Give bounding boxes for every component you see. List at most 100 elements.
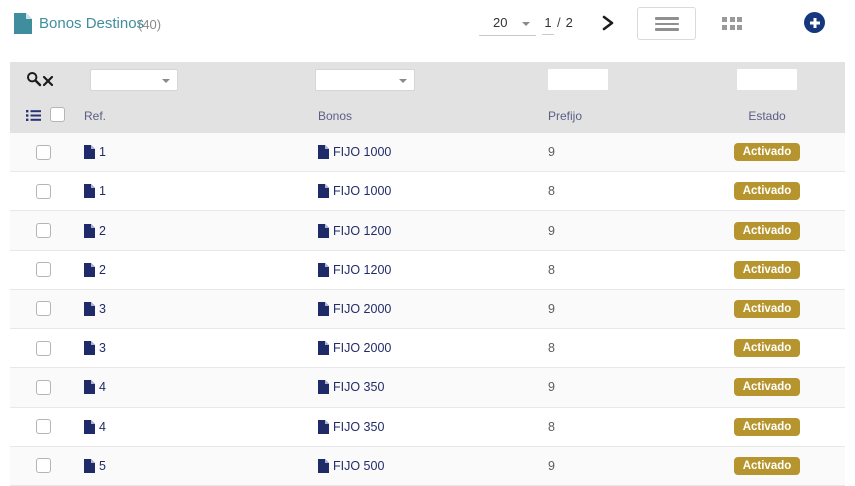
list-view-button[interactable] xyxy=(637,7,696,40)
header-select-cell xyxy=(10,99,84,133)
prefijo-value: 8 xyxy=(548,341,555,355)
ref-value[interactable]: 4 xyxy=(99,420,106,434)
row-checkbox[interactable] xyxy=(36,341,51,356)
chevron-down-icon xyxy=(162,79,170,83)
table-row[interactable]: 1 FIJO 1000 8 Activado xyxy=(10,172,845,211)
bonos-value[interactable]: FIJO 2000 xyxy=(333,341,391,355)
add-record-button[interactable] xyxy=(804,12,825,33)
file-icon xyxy=(84,302,95,316)
row-checkbox[interactable] xyxy=(36,380,51,395)
grid-view-icon xyxy=(722,17,744,30)
ref-value[interactable]: 3 xyxy=(99,341,106,355)
file-icon xyxy=(84,459,95,473)
table-row[interactable]: 2 FIJO 1200 9 Activado xyxy=(10,211,845,250)
close-icon[interactable] xyxy=(43,73,53,91)
row-checkbox[interactable] xyxy=(36,458,51,473)
file-icon xyxy=(84,420,95,434)
prefijo-filter-input[interactable] xyxy=(548,69,608,90)
select-all-checkbox[interactable] xyxy=(50,107,65,122)
row-checkbox[interactable] xyxy=(36,145,51,160)
column-header-estado[interactable]: Estado xyxy=(714,109,820,123)
prefijo-value: 8 xyxy=(548,263,555,277)
bonos-value[interactable]: FIJO 2000 xyxy=(333,302,391,316)
estado-badge: Activado xyxy=(734,418,801,436)
column-header-prefijo[interactable]: Prefijo xyxy=(548,109,714,123)
table-row[interactable]: 4 FIJO 350 8 Activado xyxy=(10,408,845,447)
row-checkbox[interactable] xyxy=(36,223,51,238)
prefijo-value: 9 xyxy=(548,224,555,238)
file-icon xyxy=(84,380,95,394)
estado-badge: Activado xyxy=(734,143,801,161)
row-checkbox[interactable] xyxy=(36,184,51,199)
estado-badge: Activado xyxy=(734,378,801,396)
page-size-select[interactable]: 20 xyxy=(479,12,536,36)
file-icon xyxy=(84,184,95,198)
table-header-row: Ref. Bonos Prefijo Estado xyxy=(10,99,845,133)
bonos-value[interactable]: FIJO 350 xyxy=(333,420,384,434)
ref-value[interactable]: 1 xyxy=(99,145,106,159)
estado-badge: Activado xyxy=(734,339,801,357)
bonos-value[interactable]: FIJO 1200 xyxy=(333,263,391,277)
bonos-value[interactable]: FIJO 1000 xyxy=(333,184,391,198)
prefijo-value: 9 xyxy=(548,380,555,394)
total-pages: 2 xyxy=(564,12,575,33)
ref-value[interactable]: 1 xyxy=(99,184,106,198)
row-checkbox[interactable] xyxy=(36,301,51,316)
prefijo-value: 8 xyxy=(548,420,555,434)
top-bar: Bonos Destinos (40) 20 1/2 xyxy=(0,0,855,62)
file-icon xyxy=(318,380,329,394)
estado-filter-input[interactable] xyxy=(737,69,797,90)
file-icon xyxy=(84,263,95,277)
prefijo-value: 8 xyxy=(548,184,555,198)
file-icon xyxy=(318,263,329,277)
estado-badge: Activado xyxy=(734,261,801,279)
record-count: (40) xyxy=(138,17,161,32)
table-row[interactable]: 1 FIJO 1000 9 Activado xyxy=(10,133,845,172)
file-icon xyxy=(318,184,329,198)
search-icon[interactable] xyxy=(26,71,42,92)
file-icon xyxy=(318,145,329,159)
ref-value[interactable]: 2 xyxy=(99,263,106,277)
estado-badge: Activado xyxy=(734,182,801,200)
pager-separator: / xyxy=(554,12,564,33)
ref-filter-select[interactable] xyxy=(90,69,178,91)
file-icon xyxy=(84,145,95,159)
current-page-input[interactable]: 1 xyxy=(542,12,554,35)
row-checkbox[interactable] xyxy=(36,419,51,434)
column-header-bonos[interactable]: Bonos xyxy=(318,109,548,123)
grid-view-button[interactable] xyxy=(722,16,744,31)
file-icon xyxy=(84,341,95,355)
bonos-value[interactable]: FIJO 1000 xyxy=(333,145,391,159)
estado-badge: Activado xyxy=(734,222,801,240)
page-title[interactable]: Bonos Destinos xyxy=(39,15,144,32)
ref-value[interactable]: 2 xyxy=(99,224,106,238)
prefijo-value: 9 xyxy=(548,459,555,473)
table-row[interactable]: 4 FIJO 350 9 Activado xyxy=(10,368,845,407)
ref-value[interactable]: 4 xyxy=(99,380,106,394)
row-checkbox[interactable] xyxy=(36,262,51,277)
ref-value[interactable]: 5 xyxy=(99,459,106,473)
bonos-destinos-page: Bonos Destinos (40) 20 1/2 xyxy=(0,0,855,486)
estado-badge: Activado xyxy=(734,300,801,318)
bonos-value[interactable]: FIJO 350 xyxy=(333,380,384,394)
filter-header-panel: Ref. Bonos Prefijo Estado xyxy=(10,62,845,133)
table-row[interactable]: 2 FIJO 1200 8 Activado xyxy=(10,251,845,290)
estado-badge: Activado xyxy=(734,457,801,475)
table-row[interactable]: 3 FIJO 2000 9 Activado xyxy=(10,290,845,329)
filter-row xyxy=(10,62,845,99)
page-size-value: 20 xyxy=(493,15,507,30)
ref-value[interactable]: 3 xyxy=(99,302,106,316)
chevron-down-icon xyxy=(399,79,407,83)
list-bullets-icon[interactable] xyxy=(26,109,41,125)
next-page-button[interactable] xyxy=(597,13,619,35)
prefijo-value: 9 xyxy=(548,145,555,159)
bonos-value[interactable]: FIJO 500 xyxy=(333,459,384,473)
file-icon xyxy=(318,302,329,316)
table-body: 1 FIJO 1000 9 Activado 1 FIJO 1 xyxy=(10,133,845,486)
bonos-value[interactable]: FIJO 1200 xyxy=(333,224,391,238)
bonos-filter-select[interactable] xyxy=(315,69,415,91)
file-icon xyxy=(84,224,95,238)
table-row[interactable]: 5 FIJO 500 9 Activado xyxy=(10,447,845,486)
table-row[interactable]: 3 FIJO 2000 8 Activado xyxy=(10,329,845,368)
column-header-ref[interactable]: Ref. xyxy=(84,109,318,123)
